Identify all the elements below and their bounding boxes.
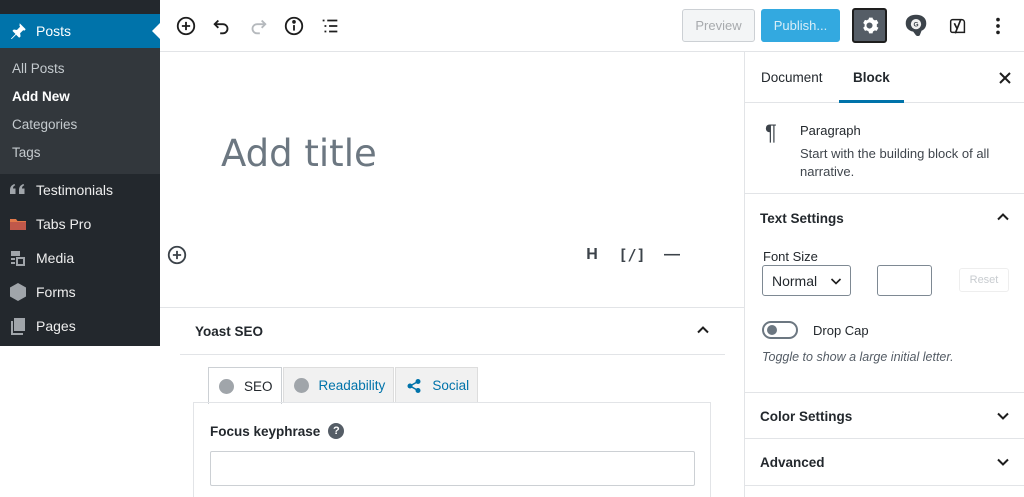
tab-seo[interactable]: SEO [208,367,282,404]
paragraph-icon: ¶ [765,120,777,145]
block-description: Start with the building block of all nar… [800,146,990,179]
focus-keyphrase-text: Focus keyphrase [210,423,321,439]
pages-icon [0,316,36,336]
advanced-title: Advanced [760,455,825,470]
text-settings-panel: Text Settings Font Size Normal Reset Dro… [745,194,1024,393]
tab-readability[interactable]: Readability [282,367,395,403]
gravatar-icon[interactable]: G [901,11,931,41]
heading-button[interactable]: H [582,244,602,266]
seo-tab-panel: Focus keyphrase ? [193,402,711,497]
posts-submenu: All Posts Add New Categories Tags [0,48,160,174]
editor-toolbar: Preview Publish... G [160,0,1024,52]
tab-label: Social [432,378,470,393]
outline-icon[interactable] [316,12,344,40]
sidebar-item-media[interactable]: Media [0,241,160,275]
media-icon [0,248,36,268]
chevron-up-icon[interactable] [995,209,1011,225]
yoast-panel-title: Yoast SEO [195,324,264,339]
sidebar-item-label: Pages [36,318,76,334]
focus-keyphrase-label: Focus keyphrase ? [210,423,345,439]
publish-button[interactable]: Publish... [761,9,840,42]
text-settings-title[interactable]: Text Settings [760,211,844,226]
tab-document[interactable]: Document [761,52,823,103]
tab-label: Readability [318,378,386,393]
tab-block[interactable]: Block [839,52,904,103]
close-icon[interactable] [997,70,1013,86]
block-card: ¶ Paragraph Start with the building bloc… [745,104,1024,194]
yoast-icon[interactable] [944,12,972,40]
drop-cap-help: Toggle to show a large initial letter. [762,350,954,364]
add-block-icon[interactable] [172,12,200,40]
more-options-icon[interactable] [984,12,1012,40]
info-icon[interactable] [280,12,308,40]
tab-social[interactable]: Social [395,367,479,403]
sidebar-item-label: Tabs Pro [36,216,92,232]
score-dot-icon [219,378,234,394]
separator-button[interactable]: — [660,244,684,266]
preview-button[interactable]: Preview [682,9,755,42]
submenu-tags[interactable]: Tags [0,139,160,167]
block-name: Paragraph [800,123,861,138]
reset-button[interactable]: Reset [959,268,1009,292]
yoast-panel-header[interactable]: Yoast SEO [180,308,725,355]
submenu-all-posts[interactable]: All Posts [0,55,160,83]
quote-icon [0,180,36,200]
block-editor-screen: Posts All Posts Add New Categories Tags … [0,0,1024,497]
share-icon [407,378,421,393]
tab-label: SEO [244,378,273,394]
toggle-knob [767,325,777,335]
chevron-down-icon [997,412,1009,420]
pushpin-icon [0,21,36,41]
drop-cap-label: Drop Cap [813,323,869,338]
sidebar-item-testimonials[interactable]: Testimonials [0,173,160,207]
submenu-categories[interactable]: Categories [0,111,160,139]
redo-icon[interactable] [244,12,272,40]
admin-sidebar: Posts All Posts Add New Categories Tags … [0,0,160,346]
settings-tabs: Document Block [745,52,1024,103]
sidebar-item-label: Forms [36,284,76,300]
sidebar-item-label: Posts [36,23,72,39]
sidebar-item-label: Testimonials [36,182,114,198]
editor-canvas: Add title H [/] — Yoast SEO SEO Readabil… [160,52,744,497]
code-button[interactable]: [/] [618,244,646,266]
post-title-input[interactable]: Add title [221,132,377,175]
drop-cap-toggle[interactable] [762,321,798,339]
font-size-value: Normal [772,272,818,289]
font-size-label: Font Size [763,249,818,264]
sidebar-item-label: Media [36,250,75,266]
font-size-select[interactable]: Normal [762,265,851,296]
advanced-panel[interactable]: Advanced [745,439,1024,486]
color-settings-panel[interactable]: Color Settings [745,393,1024,439]
custom-font-size-input[interactable] [877,265,932,296]
svg-text:G: G [913,21,918,28]
yoast-tabs: SEO Readability Social [208,367,479,404]
tabs-icon [0,214,36,234]
forms-icon [0,282,36,302]
chevron-down-icon [997,458,1009,466]
sidebar-item-tabs-pro[interactable]: Tabs Pro [0,207,160,241]
sidebar-item-forms[interactable]: Forms [0,275,160,309]
meta-boxes: Yoast SEO SEO Readability Social Focus k… [160,307,744,497]
undo-icon[interactable] [208,12,236,40]
chevron-up-icon[interactable] [695,322,711,338]
sidebar-item-pages[interactable]: Pages [0,309,160,343]
submenu-add-new[interactable]: Add New [0,83,160,111]
color-settings-title: Color Settings [760,409,853,424]
score-dot-icon [293,378,309,393]
settings-sidebar: Document Block ¶ Paragraph Start with th… [744,52,1024,497]
block-inserter-icon[interactable] [166,244,188,266]
settings-gear-icon[interactable] [852,8,887,43]
chevron-down-icon [830,278,842,285]
focus-keyphrase-input[interactable] [210,451,695,486]
sidebar-item-posts[interactable]: Posts [0,14,160,48]
help-icon[interactable]: ? [328,423,345,439]
